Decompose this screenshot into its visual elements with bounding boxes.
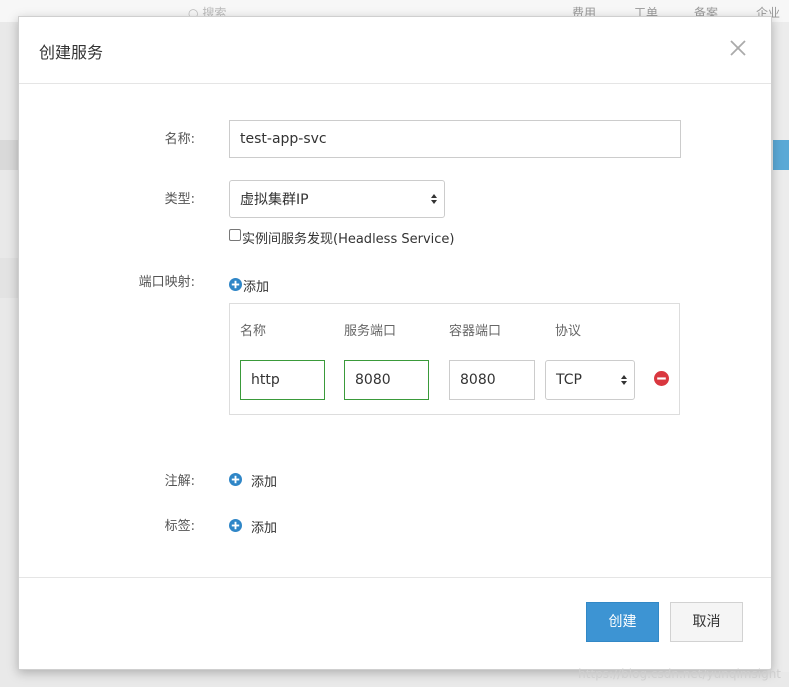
dialog-title: 创建服务 — [39, 43, 104, 62]
plus-circle-icon — [229, 473, 242, 486]
name-label: 名称: — [164, 132, 195, 147]
cancel-button[interactable]: 取消 — [670, 602, 743, 642]
plus-circle-icon — [229, 519, 242, 532]
tag-label: 标签: — [164, 519, 195, 534]
close-icon — [730, 40, 746, 56]
create-button[interactable]: 创建 — [586, 602, 659, 642]
service-type-value: 虚拟集群IP — [240, 192, 309, 208]
port-name-input[interactable] — [240, 360, 325, 400]
container-port-input[interactable] — [449, 360, 535, 400]
headless-service-label: 实例间服务发现(Headless Service) — [242, 232, 455, 247]
annotation-label: 注解: — [164, 474, 195, 489]
select-arrows-icon — [431, 194, 437, 204]
remove-port-icon[interactable] — [654, 371, 669, 386]
protocol-value: TCP — [556, 372, 582, 388]
protocol-select[interactable]: TCP — [545, 360, 635, 400]
service-name-input[interactable] — [229, 120, 681, 158]
dialog-footer-divider — [19, 577, 771, 578]
service-type-select[interactable]: 虚拟集群IP — [229, 180, 445, 218]
service-port-input[interactable] — [344, 360, 429, 400]
close-button[interactable] — [725, 35, 751, 61]
column-header-name: 名称 — [240, 324, 267, 339]
create-service-dialog: 创建服务 名称: 类型: 虚拟集群IP 实例间服务发现(Headless Ser… — [18, 16, 772, 670]
add-tag-button[interactable]: 添加 — [229, 517, 289, 536]
add-annotation-label: 添加 — [251, 475, 278, 490]
type-label: 类型: — [164, 192, 195, 207]
add-port-label: 添加 — [243, 280, 270, 295]
column-header-protocol: 协议 — [555, 324, 582, 339]
column-header-service-port: 服务端口 — [344, 324, 397, 339]
port-mapping-label: 端口映射: — [138, 275, 195, 290]
watermark: https://blog.csdn.net/yunqimsight — [578, 667, 781, 681]
add-annotation-button[interactable]: 添加 — [229, 471, 289, 490]
add-port-button[interactable]: 添加 — [229, 276, 289, 295]
plus-circle-icon — [229, 278, 242, 291]
headless-service-checkbox[interactable] — [229, 229, 241, 241]
background-accent — [773, 140, 789, 170]
add-tag-label: 添加 — [251, 521, 278, 536]
column-header-container-port: 容器端口 — [449, 324, 502, 339]
port-mapping-table: 名称 服务端口 容器端口 协议 TCP — [229, 303, 680, 415]
dialog-header: 创建服务 — [19, 17, 771, 84]
select-arrows-icon — [621, 375, 627, 385]
